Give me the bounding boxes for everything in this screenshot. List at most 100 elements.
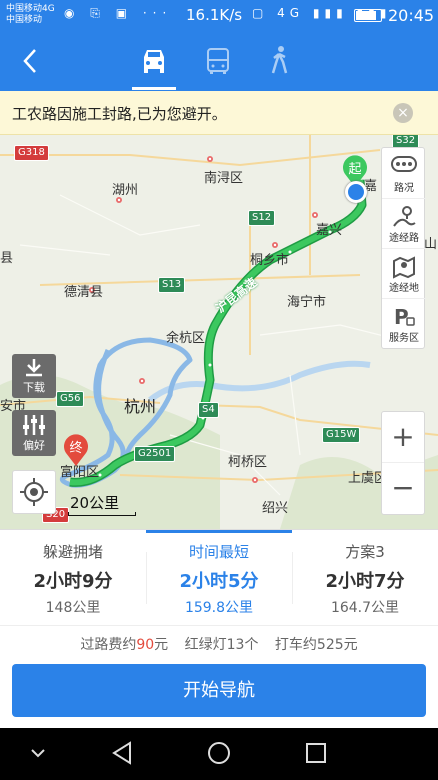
- map-label-shaoxing: 绍兴: [262, 501, 289, 516]
- clock: 20:45: [388, 6, 435, 25]
- plan-time: 2小时9分: [33, 571, 113, 592]
- route-info: 过路费约90元 红绿灯13个 打车约525元: [0, 625, 438, 663]
- plan-time: 2小时7分: [325, 571, 405, 592]
- toll-info: 过路费约90元: [80, 637, 168, 653]
- close-icon: ×: [397, 105, 409, 121]
- circle-home-icon: [208, 742, 230, 764]
- plan-distance: 164.7公里: [330, 600, 400, 616]
- traffic-label: 路况: [394, 183, 414, 194]
- square-recents-icon: [306, 743, 326, 763]
- map-label-haining: 海宁市: [287, 295, 327, 310]
- road-shield-s4: S4: [198, 402, 219, 418]
- active-mode-indicator: [132, 87, 176, 90]
- waypoint-place-label: 途经地: [389, 283, 419, 294]
- map-label-huzhou: 湖州: [112, 183, 139, 198]
- back-button[interactable]: [10, 39, 50, 83]
- map-pin-icon: [393, 256, 415, 279]
- start-area: 开始导航: [0, 663, 438, 728]
- map-tools-panel: 路况 途经路 途经地 P 服务区: [381, 147, 426, 349]
- route-plan-2[interactable]: 时间最短 2小时5分 159.8公里: [146, 530, 292, 626]
- locate-button[interactable]: [12, 470, 56, 514]
- download-icon: [26, 359, 42, 377]
- map-view[interactable]: 南浔区 湖州 嘉 嘉兴 桐乡市 德清县 海宁市 余杭区 杭州 柯桥区 上虞区 富…: [0, 135, 438, 529]
- network-speed: 16.1K/s: [186, 6, 243, 24]
- scale-bar: [68, 512, 136, 516]
- carrier-label-secondary: 中国移动: [6, 15, 43, 25]
- road-shield-g318: G318: [14, 145, 49, 161]
- parking-icon: P: [394, 305, 415, 329]
- top-nav-bar: [0, 31, 438, 91]
- plan-distance: 159.8公里: [184, 600, 254, 616]
- road-shield-g2501: G2501: [134, 446, 176, 462]
- plan-name: 方案3: [345, 543, 385, 561]
- sliders-icon: [23, 415, 45, 435]
- system-nav-bar: [0, 728, 438, 780]
- map-label-tongxiang: 桐乡市: [250, 253, 290, 268]
- plan-distance: 148公里: [45, 600, 101, 616]
- waypoint-road-label: 途经路: [389, 233, 419, 244]
- waypoint-place-button[interactable]: 途经地: [382, 248, 426, 298]
- plan-name: 时间最短: [188, 543, 249, 561]
- walk-icon: [271, 46, 288, 74]
- scale-label: 20公里: [70, 494, 120, 512]
- system-home-button[interactable]: [206, 740, 232, 770]
- start-navigation-button[interactable]: 开始导航: [12, 664, 426, 717]
- triangle-back-icon: [112, 741, 131, 765]
- route-plan-1[interactable]: 躲避拥堵 2小时9分 148公里: [0, 530, 146, 626]
- traffic-toggle[interactable]: 路况: [382, 148, 426, 198]
- route-plans: 躲避拥堵 2小时9分 148公里 时间最短 2小时5分 159.8公里 方案3 …: [0, 529, 438, 625]
- system-recents-button[interactable]: [304, 740, 328, 770]
- end-label: 终: [69, 441, 83, 456]
- download-button[interactable]: 下载: [12, 354, 56, 398]
- notice-bar: 工农路因施工封路,已为您避开。 ×: [0, 91, 438, 135]
- service-area-button[interactable]: P 服务区: [382, 298, 426, 348]
- carrier-label: 中国移动4G: [6, 4, 55, 14]
- service-area-label: 服务区: [389, 333, 419, 344]
- toll-suffix: 元: [154, 637, 169, 653]
- route-plan-3[interactable]: 方案3 2小时7分 164.7公里: [292, 530, 438, 626]
- notification-icons: ◉ ⎘ ▣ ···: [64, 6, 173, 20]
- end-marker: 终: [62, 433, 90, 467]
- preference-label: 偏好: [23, 439, 45, 452]
- map-label-jiaxing: 嘉兴: [316, 223, 343, 238]
- battery-icon: [354, 9, 385, 22]
- locate-icon: [20, 478, 48, 506]
- mode-bus-tab[interactable]: [200, 43, 236, 79]
- plan-time: 2小时5分: [179, 571, 259, 592]
- selected-plan-indicator: [146, 530, 292, 533]
- system-back-button[interactable]: [110, 740, 134, 770]
- chevron-down-icon: [31, 749, 45, 758]
- chevron-left-icon: [23, 49, 36, 73]
- bus-icon: [207, 48, 229, 74]
- plan-name: 躲避拥堵: [42, 543, 103, 561]
- map-label-nanxun: 南浔区: [204, 171, 244, 186]
- car-icon: [144, 50, 164, 73]
- download-label: 下载: [23, 381, 45, 394]
- hide-keyboard-button[interactable]: [28, 740, 48, 770]
- traffic-icon: [391, 156, 417, 172]
- waypoint-road-button[interactable]: 途经路: [382, 198, 426, 248]
- map-label-deqing: 德清县: [64, 285, 104, 300]
- start-label: 起: [348, 162, 362, 177]
- status-bar: 中国移动4G 中国移动 ◉ ⎘ ▣ ··· 16.1K/s ▢ 4G ▮▮▮ ▮…: [0, 0, 438, 31]
- preference-button[interactable]: 偏好: [12, 410, 56, 456]
- divider: [146, 552, 147, 604]
- road-shield-s12: S12: [248, 210, 276, 226]
- zoom-controls: + −: [381, 411, 425, 515]
- zoom-in-button[interactable]: +: [382, 412, 424, 463]
- road-shield-g56: G56: [56, 391, 85, 407]
- map-label-yuhang: 余杭区: [166, 331, 206, 346]
- taxi-fare-info: 打车约525元: [274, 637, 358, 653]
- divider: [292, 552, 293, 604]
- svg-text:P: P: [394, 305, 409, 329]
- notice-close-button[interactable]: ×: [393, 103, 413, 123]
- mode-car-tab[interactable]: [136, 43, 172, 79]
- toll-value: 90: [136, 637, 155, 653]
- map-label-hangzhou: 杭州: [124, 397, 157, 416]
- map-label-keqiao: 柯桥区: [228, 455, 268, 470]
- road-shield-g15w: G15W: [322, 427, 361, 443]
- mode-walk-tab[interactable]: [262, 43, 298, 79]
- zoom-out-button[interactable]: −: [382, 463, 424, 514]
- traffic-lights-info: 红绿灯13个: [184, 637, 259, 653]
- toll-prefix: 过路费约: [80, 637, 137, 653]
